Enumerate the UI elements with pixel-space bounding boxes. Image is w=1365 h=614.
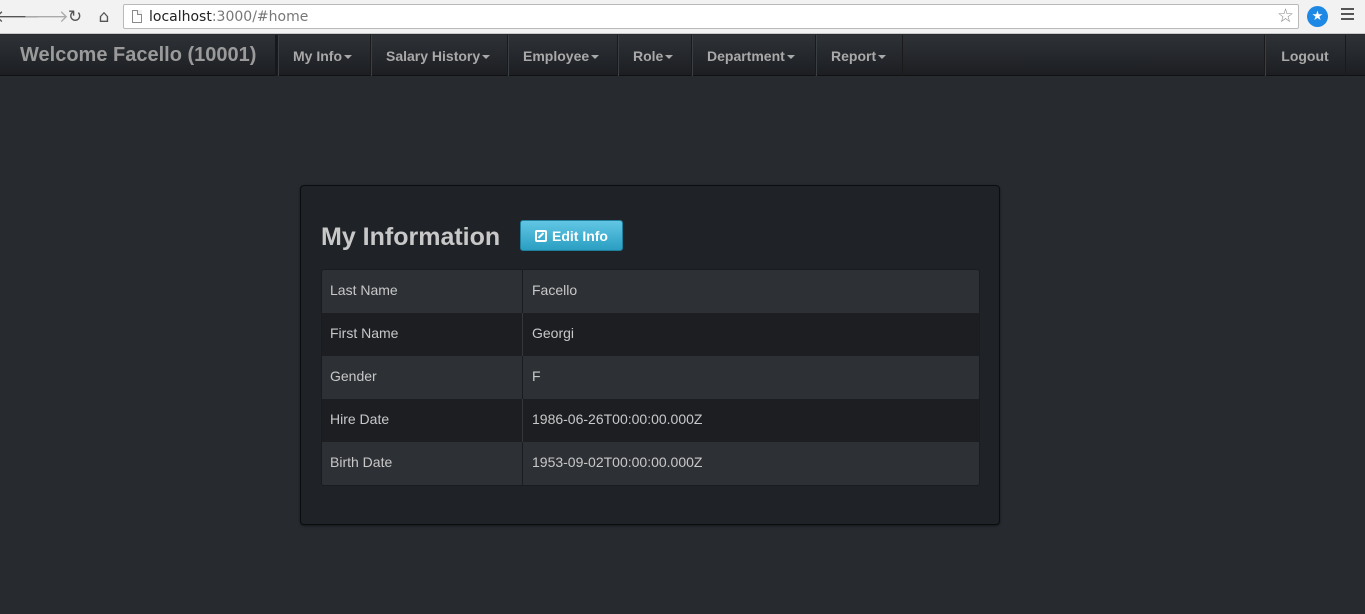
browser-toolbar: 🡐 🡒 ↻ ⌂ localhost:3000/#home ☆ ★ [0, 0, 1365, 34]
caret-down-icon [591, 54, 600, 59]
caret-down-icon [482, 54, 491, 59]
home-icon[interactable]: ⌂ [93, 6, 115, 28]
field-value: Georgi [532, 325, 575, 341]
forward-arrow-icon[interactable]: 🡒 [23, 6, 69, 28]
url-path: :3000/#home [211, 9, 309, 25]
field-value: 1986-06-26T00:00:00.000Z [532, 411, 703, 427]
nav-employee[interactable]: Employee [507, 35, 617, 76]
bookmark-star-icon[interactable]: ☆ [1277, 5, 1294, 27]
chrome-menu-icon[interactable] [1341, 8, 1355, 24]
table-row: Gender F [322, 356, 979, 399]
brand-welcome[interactable]: Welcome Facello (10001) [20, 44, 256, 67]
field-label: First Name [322, 313, 523, 356]
my-information-panel: My Information Edit Info Last Name Facel… [300, 185, 1000, 525]
nav-role[interactable]: Role [617, 35, 691, 76]
field-value: 1953-09-02T00:00:00.000Z [532, 454, 703, 470]
nav-label: Role [633, 47, 664, 64]
caret-down-icon [878, 54, 887, 59]
nav-label: Department [707, 47, 785, 64]
table-row: First Name Georgi [322, 313, 979, 356]
nav-report[interactable]: Report [815, 35, 903, 76]
caret-down-icon [665, 54, 674, 59]
nav-my-info[interactable]: My Info [277, 35, 370, 76]
table-row: Hire Date 1986-06-26T00:00:00.000Z [322, 399, 979, 442]
caret-down-icon [786, 54, 795, 59]
table-row: Last Name Facello [322, 270, 979, 313]
url-host: localhost [149, 9, 212, 25]
extension-icon[interactable]: ★ [1307, 6, 1328, 27]
nav-salary-history[interactable]: Salary History [370, 35, 507, 76]
field-label: Last Name [322, 270, 523, 313]
address-bar[interactable]: localhost:3000/#home ☆ [123, 4, 1299, 29]
nav-department[interactable]: Department [691, 35, 815, 76]
url-text[interactable]: localhost:3000/#home [149, 9, 308, 25]
caret-down-icon [344, 54, 352, 59]
top-navbar: Welcome Facello (10001) My Info Salary H… [0, 35, 1365, 76]
edit-icon [535, 229, 547, 242]
page-icon [132, 10, 142, 23]
table-row: Birth Date 1953-09-02T00:00:00.000Z [322, 442, 979, 485]
nav-label: My Info [293, 47, 342, 64]
field-label: Gender [322, 356, 523, 399]
nav-label: Salary History [386, 47, 481, 64]
nav-label: Employee [523, 47, 590, 64]
nav-label: Report [831, 47, 877, 64]
field-value: F [532, 368, 541, 384]
logout-link[interactable]: Logout [1264, 35, 1346, 76]
info-table: Last Name Facello First Name Georgi Gend… [321, 269, 980, 486]
reload-icon[interactable]: ↻ [64, 6, 86, 28]
field-value: Facello [532, 282, 578, 298]
edit-info-label: Edit Info [552, 227, 608, 244]
field-label: Birth Date [322, 442, 523, 485]
edit-info-button[interactable]: Edit Info [520, 220, 623, 251]
page-title: My Information [321, 223, 501, 251]
field-label: Hire Date [322, 399, 523, 442]
